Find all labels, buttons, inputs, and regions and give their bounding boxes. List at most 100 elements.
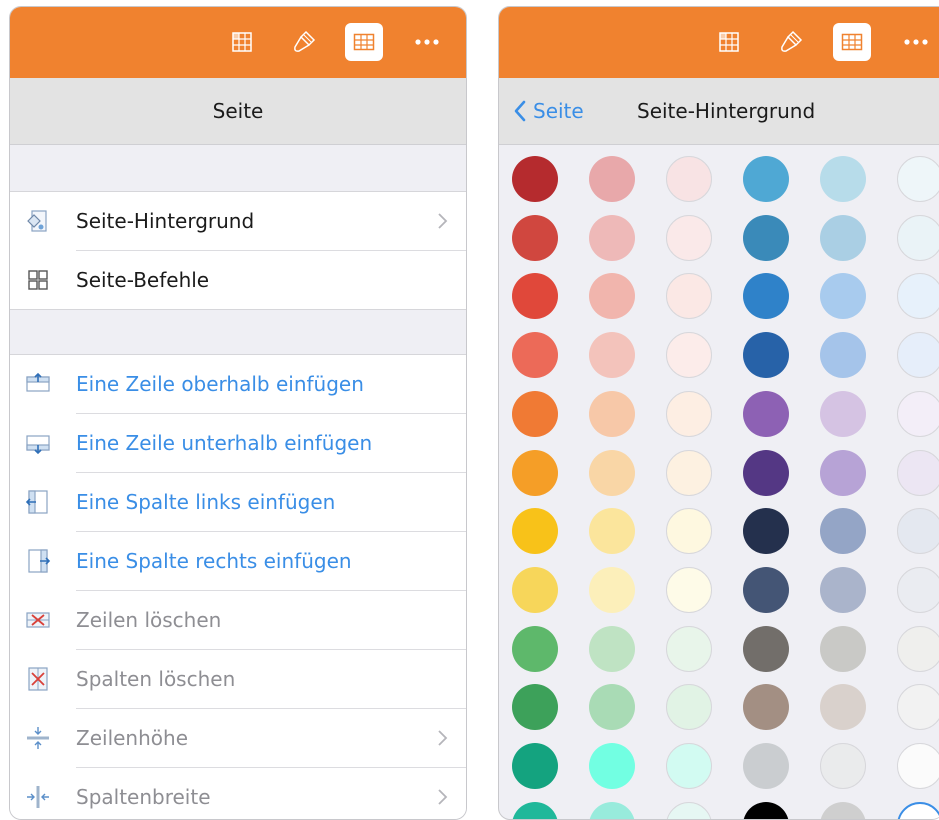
color-swatch[interactable] [820,391,866,437]
color-swatch[interactable] [666,508,712,554]
color-swatch[interactable] [897,508,939,554]
color-swatch[interactable] [743,743,789,789]
action-delete-columns[interactable]: Spalten löschen [28,650,466,709]
grid-icon[interactable] [345,23,383,61]
action-insert-row-above[interactable]: Eine Zeile oberhalb einfügen [26,355,466,414]
color-swatch[interactable] [589,743,635,789]
color-swatch[interactable] [512,391,558,437]
color-swatch-grid [499,145,939,819]
color-swatch[interactable] [512,626,558,672]
color-swatch[interactable] [897,567,939,613]
color-swatch[interactable] [512,743,558,789]
color-swatch[interactable] [589,273,635,319]
chevron-left-icon [514,100,526,122]
color-swatch[interactable] [666,156,712,202]
color-swatch[interactable] [589,626,635,672]
color-swatch[interactable] [820,332,866,378]
chevron-right-icon [436,212,448,230]
color-swatch[interactable] [820,215,866,261]
table-icon[interactable] [710,23,748,61]
color-swatch[interactable] [512,450,558,496]
color-swatch[interactable] [512,156,558,202]
right-navbar: Seite Seite-Hintergrund [499,78,939,145]
insert-column-right-icon [24,547,52,575]
color-swatch[interactable] [820,626,866,672]
color-swatch[interactable] [897,802,939,819]
action-row-height[interactable]: Zeilenhöhe [27,709,466,768]
insert-column-left-icon [24,488,52,516]
color-swatch[interactable] [743,626,789,672]
action-insert-column-right[interactable]: Eine Spalte rechts einfügen [28,532,466,591]
color-swatch[interactable] [743,156,789,202]
color-swatch[interactable] [666,626,712,672]
paintbrush-icon[interactable] [285,23,323,61]
color-swatch[interactable] [820,743,866,789]
color-swatch[interactable] [897,450,939,496]
delete-rows-icon [24,606,52,634]
color-swatch[interactable] [512,332,558,378]
color-swatch[interactable] [820,802,866,819]
color-swatch[interactable] [743,273,789,319]
color-swatch[interactable] [512,567,558,613]
color-swatch[interactable] [820,684,866,730]
color-swatch[interactable] [820,156,866,202]
action-insert-row-below[interactable]: Eine Zeile unterhalb einfügen [26,414,466,473]
color-swatch[interactable] [666,743,712,789]
color-swatch[interactable] [820,567,866,613]
color-swatch[interactable] [512,508,558,554]
color-swatch[interactable] [820,450,866,496]
color-swatch[interactable] [666,450,712,496]
paintbrush-icon[interactable] [772,23,810,61]
color-swatch[interactable] [589,332,635,378]
color-swatch[interactable] [666,273,712,319]
color-swatch[interactable] [666,332,712,378]
table-icon[interactable] [223,23,261,61]
color-swatch[interactable] [897,626,939,672]
color-swatch[interactable] [589,215,635,261]
color-swatch[interactable] [743,332,789,378]
color-swatch[interactable] [743,215,789,261]
grid-icon[interactable] [833,23,871,61]
color-swatch[interactable] [743,684,789,730]
color-swatch[interactable] [897,332,939,378]
color-swatch[interactable] [897,684,939,730]
color-swatch[interactable] [666,567,712,613]
action-delete-rows[interactable]: Zeilen löschen [26,591,466,650]
color-swatch[interactable] [897,743,939,789]
column-width-icon [24,783,52,811]
color-swatch[interactable] [512,684,558,730]
action-column-width[interactable]: Spaltenbreite [27,768,466,819]
color-swatch[interactable] [743,567,789,613]
color-swatch[interactable] [743,802,789,819]
color-swatch[interactable] [743,450,789,496]
color-swatch[interactable] [666,802,712,819]
chevron-right-icon [436,788,448,806]
color-swatch[interactable] [589,684,635,730]
more-icon[interactable] [897,23,935,61]
color-swatch[interactable] [897,215,939,261]
color-swatch[interactable] [897,156,939,202]
color-swatch[interactable] [897,273,939,319]
more-icon[interactable] [408,23,446,61]
back-button[interactable]: Seite [513,78,584,144]
color-swatch[interactable] [589,450,635,496]
color-swatch[interactable] [666,391,712,437]
color-swatch[interactable] [589,156,635,202]
color-swatch[interactable] [820,508,866,554]
color-swatch[interactable] [589,567,635,613]
action-insert-column-left[interactable]: Eine Spalte links einfügen [25,473,466,532]
color-swatch[interactable] [820,273,866,319]
color-swatch[interactable] [897,391,939,437]
color-swatch[interactable] [666,684,712,730]
color-swatch[interactable] [589,391,635,437]
color-swatch[interactable] [512,802,558,819]
menu-item-page-commands[interactable]: Seite-Befehle [28,251,466,309]
color-swatch[interactable] [589,802,635,819]
color-swatch[interactable] [743,508,789,554]
color-swatch[interactable] [743,391,789,437]
color-swatch[interactable] [589,508,635,554]
color-swatch[interactable] [666,215,712,261]
color-swatch[interactable] [512,215,558,261]
menu-item-page-background[interactable]: Seite-Hintergrund [27,192,466,251]
color-swatch[interactable] [512,273,558,319]
